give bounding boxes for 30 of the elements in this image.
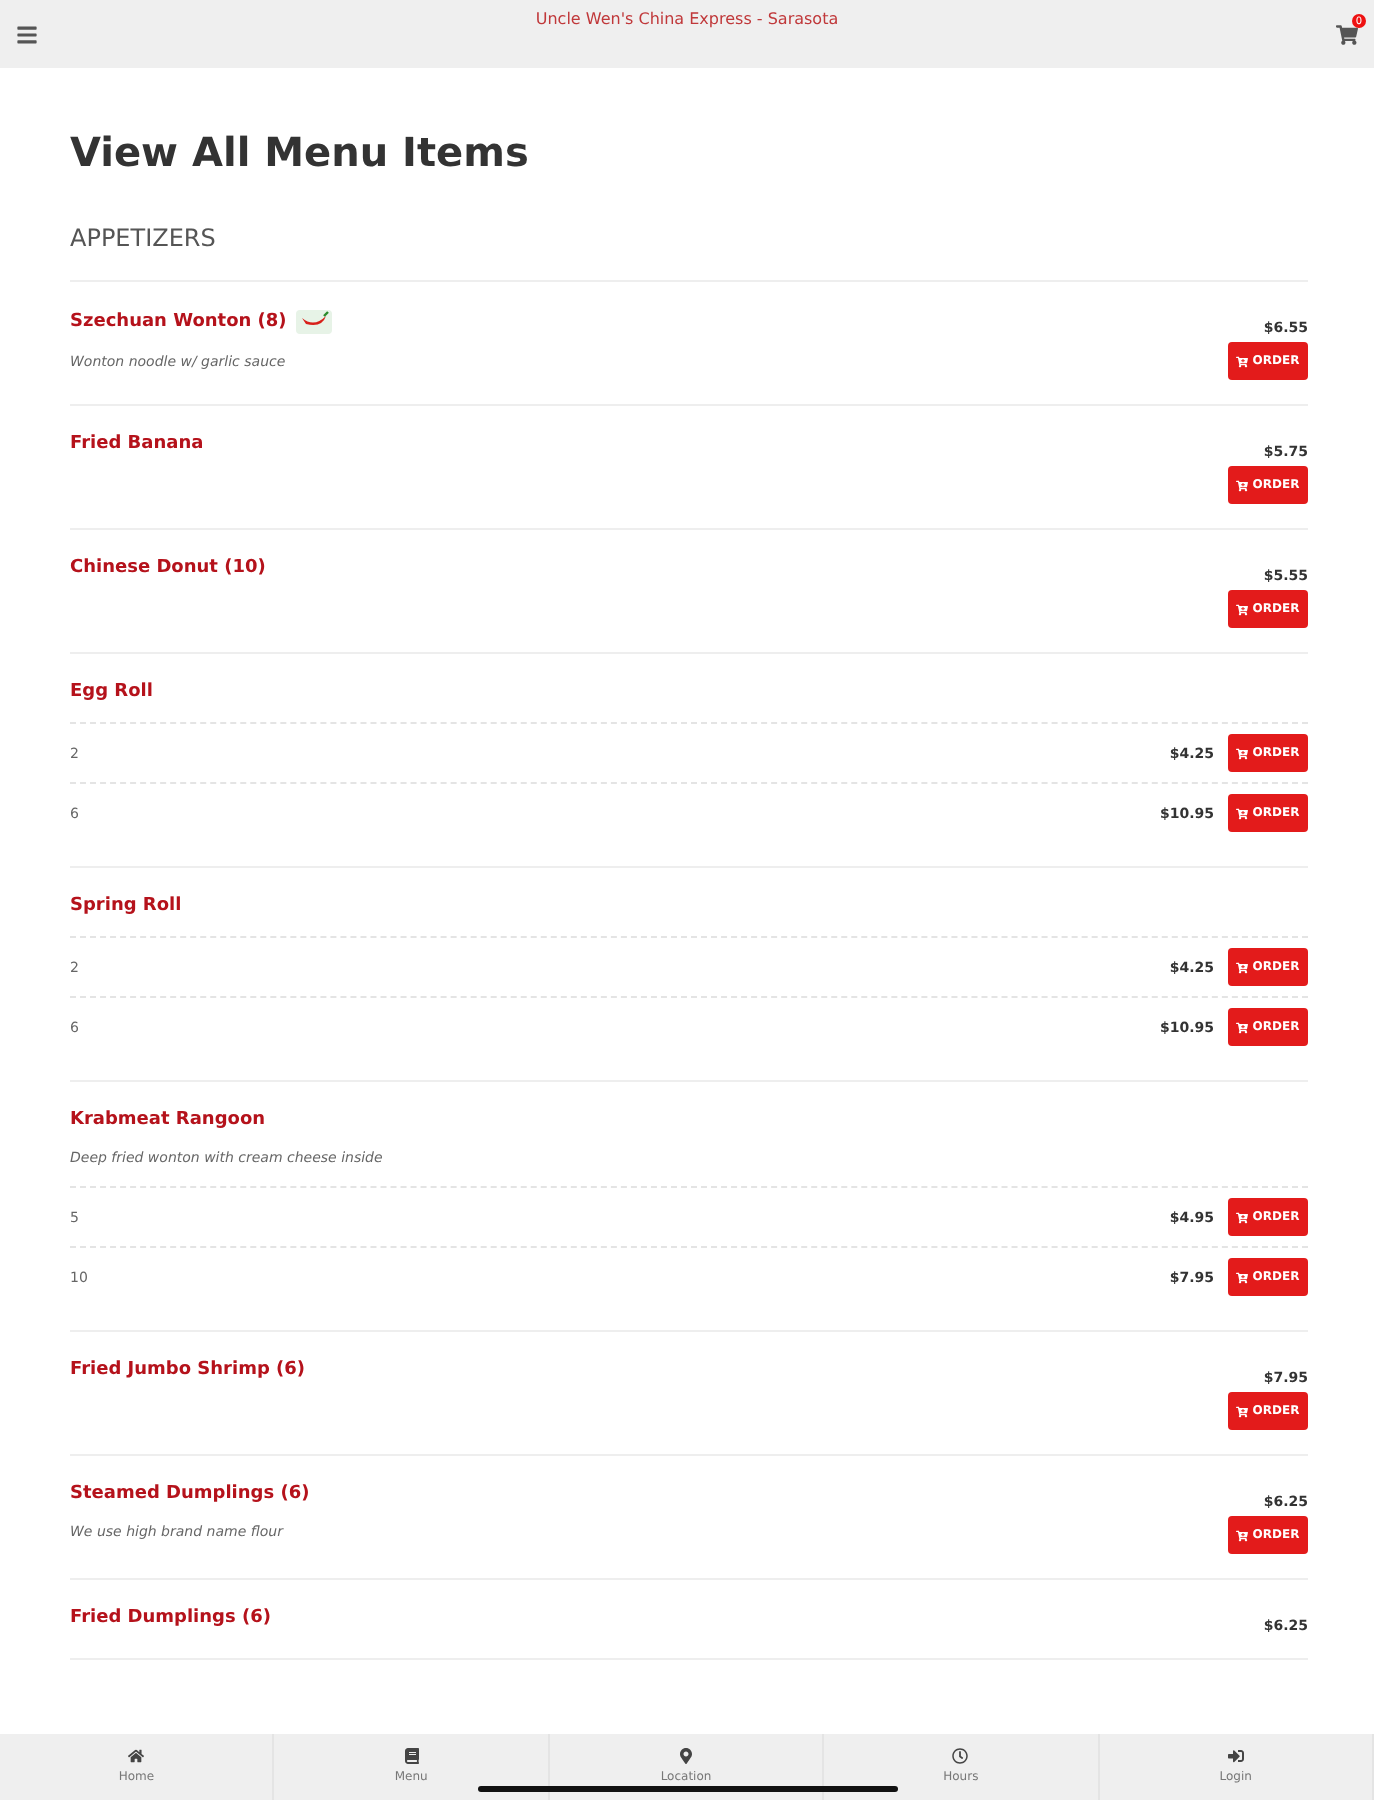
cart-icon bbox=[1236, 1211, 1249, 1223]
clock-icon bbox=[952, 1748, 969, 1764]
book-icon bbox=[403, 1748, 420, 1764]
home-icon bbox=[128, 1748, 145, 1764]
cart-icon bbox=[1236, 1529, 1249, 1541]
item-name: Steamed Dumplings (6) bbox=[70, 1484, 310, 1504]
cart-icon bbox=[1236, 603, 1249, 615]
item-name: Fried Jumbo Shrimp (6) bbox=[70, 1360, 306, 1380]
menu-icon[interactable] bbox=[16, 24, 38, 46]
cart-icon[interactable] bbox=[1335, 24, 1358, 46]
cart-icon bbox=[1236, 355, 1249, 367]
map-pin-icon bbox=[678, 1748, 695, 1764]
cart-icon bbox=[1236, 1271, 1249, 1283]
cart-icon bbox=[1236, 1405, 1249, 1417]
item-name: Fried Banana bbox=[70, 434, 204, 454]
cart-icon bbox=[1236, 807, 1249, 819]
cart-icon bbox=[1236, 1021, 1249, 1033]
item-name: Krabmeat Rangoon bbox=[70, 1110, 266, 1130]
cart-icon bbox=[1236, 747, 1249, 759]
cart-icon bbox=[1236, 479, 1249, 491]
item-name: Chinese Donut (10) bbox=[70, 558, 266, 578]
item-name: Egg Roll bbox=[70, 682, 153, 702]
item-name: Szechuan Wonton (8) bbox=[70, 312, 287, 332]
cart-icon bbox=[1236, 961, 1249, 973]
item-name: Fried Dumplings (6) bbox=[70, 1608, 271, 1628]
restaurant-title: Uncle Wen's China Express - Sarasota bbox=[535, 8, 839, 28]
sign-in-icon bbox=[1227, 1748, 1244, 1764]
page-title: View All Menu Items bbox=[70, 128, 531, 176]
item-name: Spring Roll bbox=[70, 896, 182, 916]
section-heading: APPETIZERS bbox=[70, 224, 1308, 282]
